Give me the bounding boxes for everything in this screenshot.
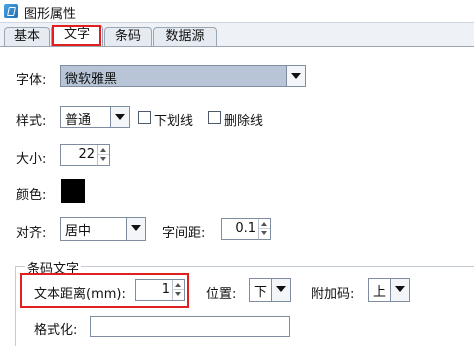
arrow-down-icon[interactable] (100, 157, 106, 161)
color-label: 颜色: (16, 188, 47, 203)
addon-code-label: 附加码: (311, 287, 355, 302)
format-input[interactable] (90, 316, 290, 337)
app-icon (4, 4, 18, 18)
font-select[interactable]: 微软雅黑 (60, 65, 306, 87)
arrow-down-icon[interactable] (261, 231, 267, 235)
tab-barcode[interactable]: 条码 (104, 27, 152, 46)
addon-code-select-value: 上 (373, 285, 387, 300)
spinner-buttons[interactable] (258, 219, 270, 239)
tab-basic[interactable]: 基本 (4, 27, 50, 46)
position-select-value: 下 (254, 285, 268, 300)
align-select-value: 居中 (65, 224, 92, 239)
color-swatch[interactable] (61, 179, 85, 203)
chevron-down-icon[interactable] (286, 66, 305, 86)
chevron-down-icon[interactable] (390, 279, 409, 301)
arrow-up-icon[interactable] (100, 148, 106, 152)
highlight-box-distance (20, 273, 189, 308)
arrow-up-icon[interactable] (261, 222, 267, 226)
size-value: 22 (78, 147, 95, 162)
tab-datasource[interactable]: 数据源 (153, 27, 217, 46)
font-label: 字体: (16, 73, 47, 88)
strikethrough-label: 删除线 (224, 114, 264, 129)
style-select[interactable]: 普通 (60, 106, 130, 128)
underline-label: 下划线 (154, 114, 194, 129)
letter-spacing-value: 0.1 (235, 221, 256, 236)
highlight-box-tab (52, 25, 101, 46)
align-select[interactable]: 居中 (60, 217, 146, 241)
letter-spacing-label: 字间距: (162, 226, 206, 241)
position-select[interactable]: 下 (249, 278, 291, 302)
underline-checkbox[interactable] (138, 111, 151, 124)
style-select-value: 普通 (65, 113, 92, 128)
title-bar: 图形属性 (0, 0, 474, 23)
size-label: 大小: (16, 152, 47, 167)
chevron-down-icon[interactable] (271, 279, 290, 301)
style-label: 样式: (16, 114, 47, 129)
size-spinner[interactable]: 22 (60, 144, 110, 166)
letter-spacing-spinner[interactable]: 0.1 (221, 218, 271, 240)
window-title: 图形属性 (24, 7, 77, 22)
format-label: 格式化: (34, 323, 78, 338)
font-select-value: 微软雅黑 (65, 72, 118, 87)
spinner-buttons[interactable] (97, 145, 109, 165)
strikethrough-checkbox[interactable] (208, 111, 221, 124)
chevron-down-icon[interactable] (126, 218, 145, 240)
position-label: 位置: (206, 287, 237, 302)
chevron-down-icon[interactable] (110, 107, 129, 127)
addon-code-select[interactable]: 上 (368, 278, 410, 302)
align-label: 对齐: (16, 226, 47, 241)
